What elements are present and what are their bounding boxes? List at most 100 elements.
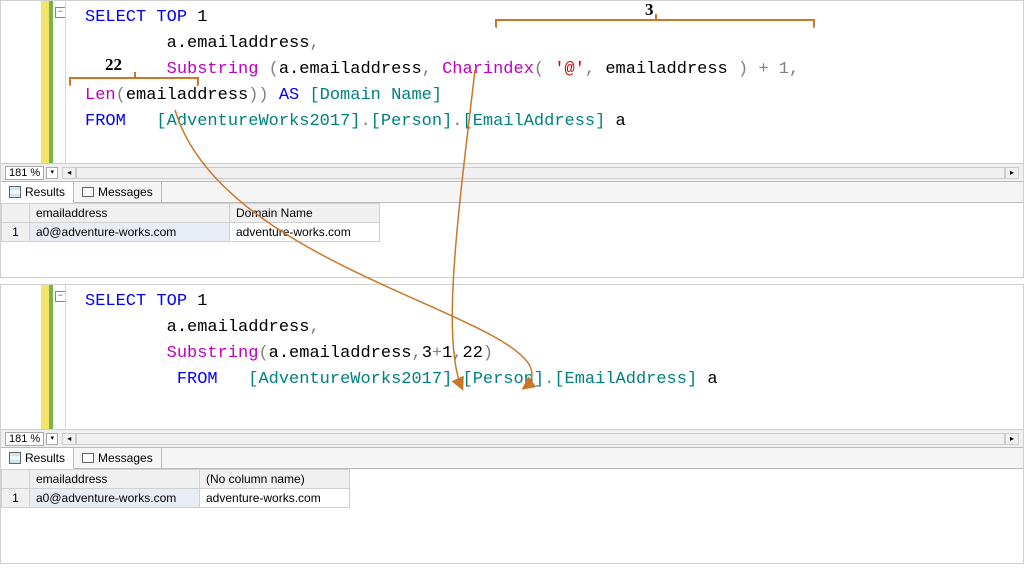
- cell-emailaddress[interactable]: a0@adventure-works.com: [30, 223, 230, 242]
- kw-from: FROM: [177, 370, 218, 389]
- tab-results[interactable]: Results: [1, 182, 74, 203]
- comma: ,: [585, 60, 595, 79]
- zoom-bar-top: 181 % ▾ ◂ ▸: [1, 163, 1023, 181]
- query-editor-top: − 3 22 SELECT TOP 1 a.emailaddress, Subs…: [0, 0, 1024, 278]
- result-tabs-bottom: Results Messages: [1, 447, 1023, 469]
- kw-top: TOP: [156, 292, 187, 311]
- table-name: [EmailAddress]: [463, 112, 606, 131]
- comma: ,: [309, 34, 319, 53]
- arg-email2: emailaddress: [605, 60, 727, 79]
- results-header-row: emailaddress (No column name): [2, 470, 350, 489]
- zoom-value[interactable]: 181 %: [5, 166, 44, 180]
- table-name: [EmailAddress]: [554, 370, 697, 389]
- zoom-dropdown[interactable]: ▾: [46, 167, 58, 179]
- query-editor-bottom: − SELECT TOP 1 a.emailaddress, Substring…: [0, 284, 1024, 564]
- zoom-bar-bottom: 181 % ▾ ◂ ▸: [1, 429, 1023, 447]
- paren: (: [116, 86, 126, 105]
- code-area-top[interactable]: − 3 22 SELECT TOP 1 a.emailaddress, Subs…: [1, 1, 1023, 163]
- grid-icon: [9, 186, 21, 198]
- paren: ): [483, 344, 493, 363]
- tab-messages[interactable]: Messages: [74, 182, 162, 202]
- col-email: a.emailaddress: [167, 318, 310, 337]
- zoom-dropdown[interactable]: ▾: [46, 433, 58, 445]
- alias-a: a: [707, 370, 717, 389]
- schema-name: [Person]: [463, 370, 545, 389]
- col-emailaddress[interactable]: emailaddress: [30, 470, 200, 489]
- lit-1b: 1: [442, 344, 452, 363]
- results-grid-top[interactable]: emailaddress Domain Name 1 a0@adventure-…: [1, 203, 380, 242]
- tab-messages-label: Messages: [98, 185, 153, 199]
- paren: )): [248, 86, 268, 105]
- lit-1: 1: [197, 8, 207, 27]
- comma: ,: [411, 344, 421, 363]
- tab-results-label: Results: [25, 451, 65, 465]
- tab-results-label: Results: [25, 185, 65, 199]
- result-tabs-top: Results Messages: [1, 181, 1023, 203]
- col-domain-name[interactable]: Domain Name: [230, 204, 380, 223]
- table-row[interactable]: 1 a0@adventure-works.com adventure-works…: [2, 489, 350, 508]
- table-row[interactable]: 1 a0@adventure-works.com adventure-works…: [2, 223, 380, 242]
- arg-email: a.emailaddress: [279, 60, 422, 79]
- comma: ,: [452, 344, 462, 363]
- rownum-cell: 1: [2, 489, 30, 508]
- lit-22: 22: [463, 344, 483, 363]
- hscroll[interactable]: [76, 433, 1005, 445]
- db-name: [AdventureWorks2017]: [156, 112, 360, 131]
- scroll-right[interactable]: ▸: [1005, 167, 1019, 179]
- rownum-cell: 1: [2, 223, 30, 242]
- comma: ,: [422, 60, 432, 79]
- scroll-left[interactable]: ◂: [62, 433, 76, 445]
- rownum-header: [2, 204, 30, 223]
- lit-at: '@': [554, 60, 585, 79]
- cell-emailaddress[interactable]: a0@adventure-works.com: [30, 489, 200, 508]
- scroll-right[interactable]: ▸: [1005, 433, 1019, 445]
- results-grid-bottom[interactable]: emailaddress (No column name) 1 a0@adven…: [1, 469, 350, 508]
- grid-icon: [9, 452, 21, 464]
- alias-domain: [Domain Name]: [309, 86, 442, 105]
- fn-len: Len: [85, 86, 116, 105]
- dot: .: [360, 112, 370, 131]
- tab-messages[interactable]: Messages: [74, 448, 162, 468]
- db-name: [AdventureWorks2017]: [248, 370, 452, 389]
- kw-as: AS: [279, 86, 299, 105]
- schema-name: [Person]: [371, 112, 453, 131]
- col-no-name[interactable]: (No column name): [200, 470, 350, 489]
- kw-select: SELECT: [85, 292, 146, 311]
- arg-email: a.emailaddress: [269, 344, 412, 363]
- gutter: [1, 1, 41, 163]
- brace-3: [495, 19, 815, 29]
- hscroll[interactable]: [76, 167, 1005, 179]
- scroll-left[interactable]: ◂: [62, 167, 76, 179]
- cell-domain[interactable]: adventure-works.com: [230, 223, 380, 242]
- brace-22: [69, 77, 199, 87]
- messages-icon: [82, 453, 94, 463]
- paren: (: [534, 60, 544, 79]
- gutter: [1, 285, 41, 429]
- alias-a: a: [616, 112, 626, 131]
- lit-1: 1: [197, 292, 207, 311]
- plus: +: [432, 344, 442, 363]
- col-email: a.emailaddress: [167, 34, 310, 53]
- kw-select: SELECT: [85, 8, 146, 27]
- results-header-row: emailaddress Domain Name: [2, 204, 380, 223]
- cell-domain[interactable]: adventure-works.com: [200, 489, 350, 508]
- comma: ,: [789, 60, 799, 79]
- messages-icon: [82, 187, 94, 197]
- fn-charindex: Charindex: [442, 60, 534, 79]
- lit-3: 3: [422, 344, 432, 363]
- dot: .: [452, 370, 462, 389]
- code-area-bottom[interactable]: − SELECT TOP 1 a.emailaddress, Substring…: [1, 285, 1023, 429]
- zoom-value[interactable]: 181 %: [5, 432, 44, 446]
- sql-code-bottom[interactable]: SELECT TOP 1 a.emailaddress, Substring(a…: [41, 285, 1023, 429]
- paren: (: [258, 60, 278, 79]
- plus: + 1: [748, 60, 789, 79]
- dot: .: [544, 370, 554, 389]
- arg-email3: emailaddress: [126, 86, 248, 105]
- comma: ,: [309, 318, 319, 337]
- tab-results[interactable]: Results: [1, 448, 74, 469]
- fn-substring: Substring: [167, 344, 259, 363]
- kw-from: FROM: [85, 112, 126, 131]
- annotation-22: 22: [105, 55, 122, 75]
- annotation-3: 3: [645, 0, 654, 20]
- col-emailaddress[interactable]: emailaddress: [30, 204, 230, 223]
